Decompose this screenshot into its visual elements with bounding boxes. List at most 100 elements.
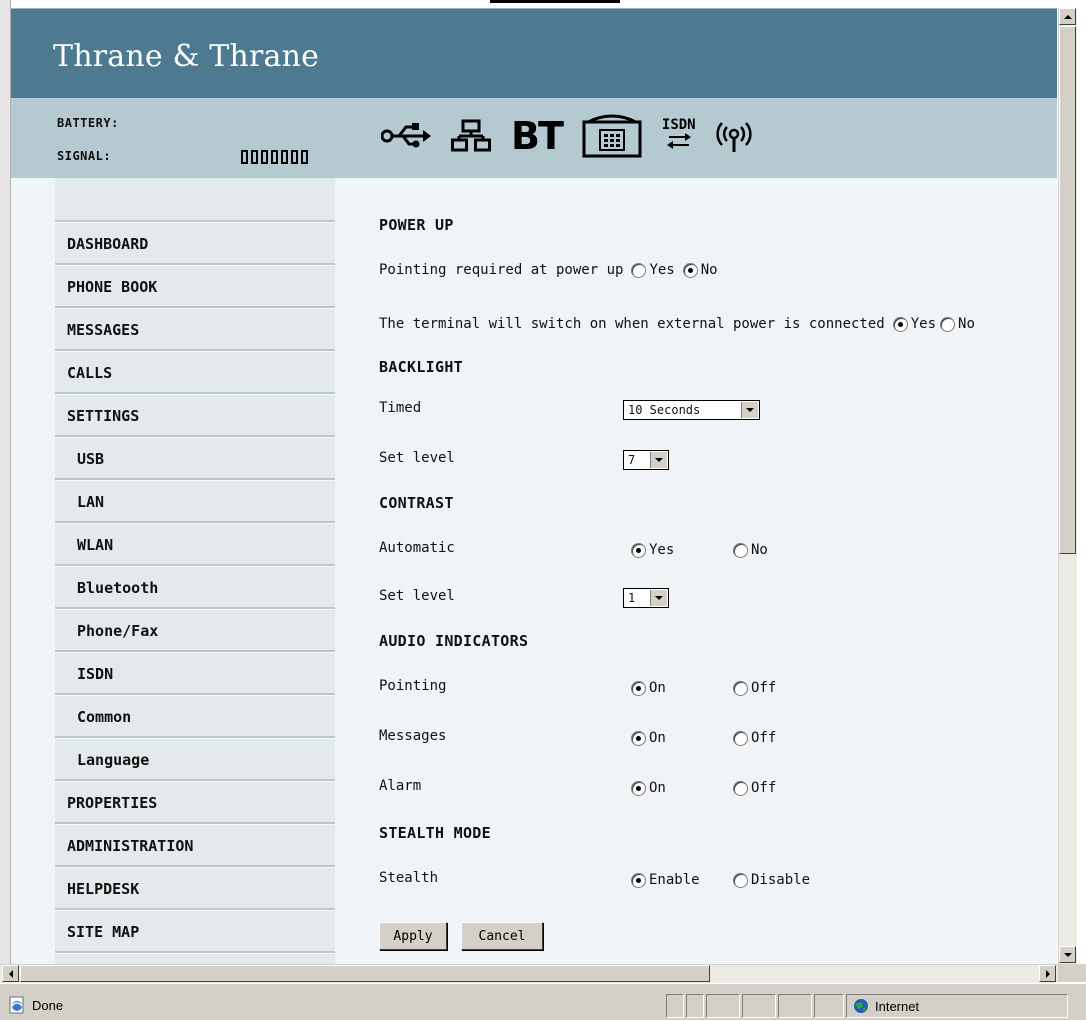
audio-messages-label: Messages [379, 728, 447, 744]
contrast-level-label: Set level [379, 588, 455, 604]
contrast-auto-no-radio[interactable] [733, 542, 748, 558]
usb-icon [381, 123, 431, 148]
stealth-enable-option: Enable [631, 872, 700, 888]
cancel-button[interactable]: Cancel [461, 922, 543, 950]
signal-strength-meter [241, 150, 308, 164]
stealth-label: Stealth [379, 870, 439, 886]
sidebar-item-language[interactable]: Language [55, 739, 335, 779]
external-power-yes-label: Yes [910, 316, 937, 332]
pointing-at-power-up-label: Pointing required at power up [379, 262, 624, 278]
audio-pointing-on-radio[interactable] [631, 680, 646, 696]
sidebar-item-phone-fax[interactable]: Phone/Fax [55, 610, 335, 650]
stealth-disable-option: Disable [733, 872, 810, 888]
audio-messages-on-option: On [631, 730, 666, 746]
audio-messages-on-radio[interactable] [631, 730, 646, 746]
scroll-up-button[interactable] [1059, 8, 1076, 25]
lan-icon [451, 119, 491, 152]
status-cell [742, 994, 776, 1018]
scroll-left-button[interactable] [2, 965, 19, 982]
contrast-auto-yes-radio[interactable] [631, 542, 646, 558]
section-title-power-up: POWER UP [379, 216, 454, 234]
external-power-no-label: No [958, 316, 975, 332]
sidebar-item-helpdesk[interactable]: HELPDESK [55, 868, 335, 908]
browser-frame-left [0, 0, 11, 964]
scroll-right-button[interactable] [1039, 965, 1056, 982]
sidebar-nav: DASHBOARD PHONE BOOK MESSAGES CALLS SETT… [55, 178, 335, 964]
status-cell [666, 994, 684, 1018]
sidebar-item-settings[interactable]: SETTINGS [55, 395, 335, 435]
browser-status-text: Done [32, 998, 64, 1013]
audio-alarm-off-option: Off [733, 780, 776, 796]
pointing-yes-label: Yes [649, 262, 675, 278]
sidebar-item-usb[interactable]: USB [55, 438, 335, 478]
sidebar-item-phone-book[interactable]: PHONE BOOK [55, 266, 335, 306]
timed-label: Timed [379, 400, 422, 416]
audio-alarm-off-radio[interactable] [733, 780, 748, 796]
audio-pointing-on-option: On [631, 680, 666, 696]
section-title-audio-indicators: AUDIO INDICATORS [379, 632, 529, 650]
sidebar-item-properties[interactable]: PROPERTIES [55, 782, 335, 822]
contrast-automatic-label: Automatic [379, 540, 455, 556]
web-page: Thrane & Thrane BATTERY: SIGNAL: BT ISDN… [11, 8, 1057, 964]
audio-messages-off-option: Off [733, 730, 776, 746]
sidebar-item-lan[interactable]: LAN [55, 481, 335, 521]
section-title-backlight: BACKLIGHT [379, 358, 463, 376]
stealth-enable-radio[interactable] [631, 872, 646, 888]
chevron-down-icon[interactable] [741, 402, 758, 418]
vertical-scroll-thumb[interactable] [1059, 26, 1076, 554]
external-power-no-radio[interactable] [940, 316, 956, 332]
audio-alarm-label: Alarm [379, 778, 422, 794]
interface-status-icons: BT ISDN [381, 108, 752, 164]
security-zone: Internet [846, 994, 1068, 1018]
sidebar-item-site-map[interactable]: SITE MAP [55, 911, 335, 951]
external-power-row: The terminal will switch on when externa… [379, 316, 975, 332]
audio-pointing-label: Pointing [379, 678, 447, 694]
sidebar-item-messages[interactable]: MESSAGES [55, 309, 335, 349]
chevron-down-icon[interactable] [650, 452, 667, 468]
vertical-scrollbar[interactable] [1058, 8, 1077, 964]
sidebar-item-administration[interactable]: ADMINISTRATION [55, 825, 335, 865]
sidebar-item-wlan[interactable]: WLAN [55, 524, 335, 564]
status-bar: BATTERY: SIGNAL: BT ISDN [11, 98, 1057, 178]
audio-alarm-on-option: On [631, 780, 666, 796]
stealth-disable-radio[interactable] [733, 872, 748, 888]
contrast-level-select[interactable]: 1 [623, 588, 669, 608]
sidebar-item-dashboard[interactable]: DASHBOARD [55, 223, 335, 263]
section-title-contrast: CONTRAST [379, 494, 454, 512]
external-power-label: The terminal will switch on when externa… [379, 316, 885, 332]
pointing-no-radio[interactable] [682, 262, 698, 278]
audio-messages-off-radio[interactable] [733, 730, 748, 746]
pointing-yes-radio[interactable] [631, 262, 647, 278]
battery-label: BATTERY: [57, 116, 119, 130]
section-title-stealth-mode: STEALTH MODE [379, 824, 491, 842]
sidebar-item-calls[interactable]: CALLS [55, 352, 335, 392]
chevron-down-icon[interactable] [650, 590, 667, 606]
horizontal-scroll-thumb[interactable] [20, 965, 710, 982]
audio-pointing-off-radio[interactable] [733, 680, 748, 696]
sidebar-item-bluetooth[interactable]: Bluetooth [55, 567, 335, 607]
backlight-level-label: Set level [379, 450, 455, 466]
backlight-level-select[interactable]: 7 [623, 450, 669, 470]
browser-status-bar: Done Internet [0, 983, 1086, 1020]
scroll-down-button[interactable] [1059, 946, 1076, 963]
pointing-at-power-up-row: Pointing required at power up Yes No [379, 262, 718, 278]
wlan-icon [715, 122, 752, 152]
audio-pointing-off-option: Off [733, 680, 776, 696]
contrast-no-option: No [733, 542, 768, 558]
sidebar-item-isdn[interactable]: ISDN [55, 653, 335, 693]
scrollbar-corner [1058, 964, 1086, 982]
horizontal-scrollbar[interactable] [0, 964, 1058, 983]
apply-button[interactable]: Apply [379, 922, 447, 950]
pointing-no-label: No [700, 262, 718, 278]
settings-form: POWER UP Pointing required at power up Y… [379, 178, 1057, 964]
status-cell [686, 994, 704, 1018]
status-cell [706, 994, 740, 1018]
backlight-timed-select[interactable]: 10 Seconds [623, 400, 760, 420]
zone-label: Internet [875, 999, 920, 1014]
sidebar-item-common[interactable]: Common [55, 696, 335, 736]
header-bar: Thrane & Thrane [11, 8, 1057, 98]
audio-alarm-on-radio[interactable] [631, 780, 646, 796]
phone-icon [582, 114, 642, 158]
external-power-yes-radio[interactable] [892, 316, 908, 332]
isdn-icon: ISDN [662, 117, 696, 149]
